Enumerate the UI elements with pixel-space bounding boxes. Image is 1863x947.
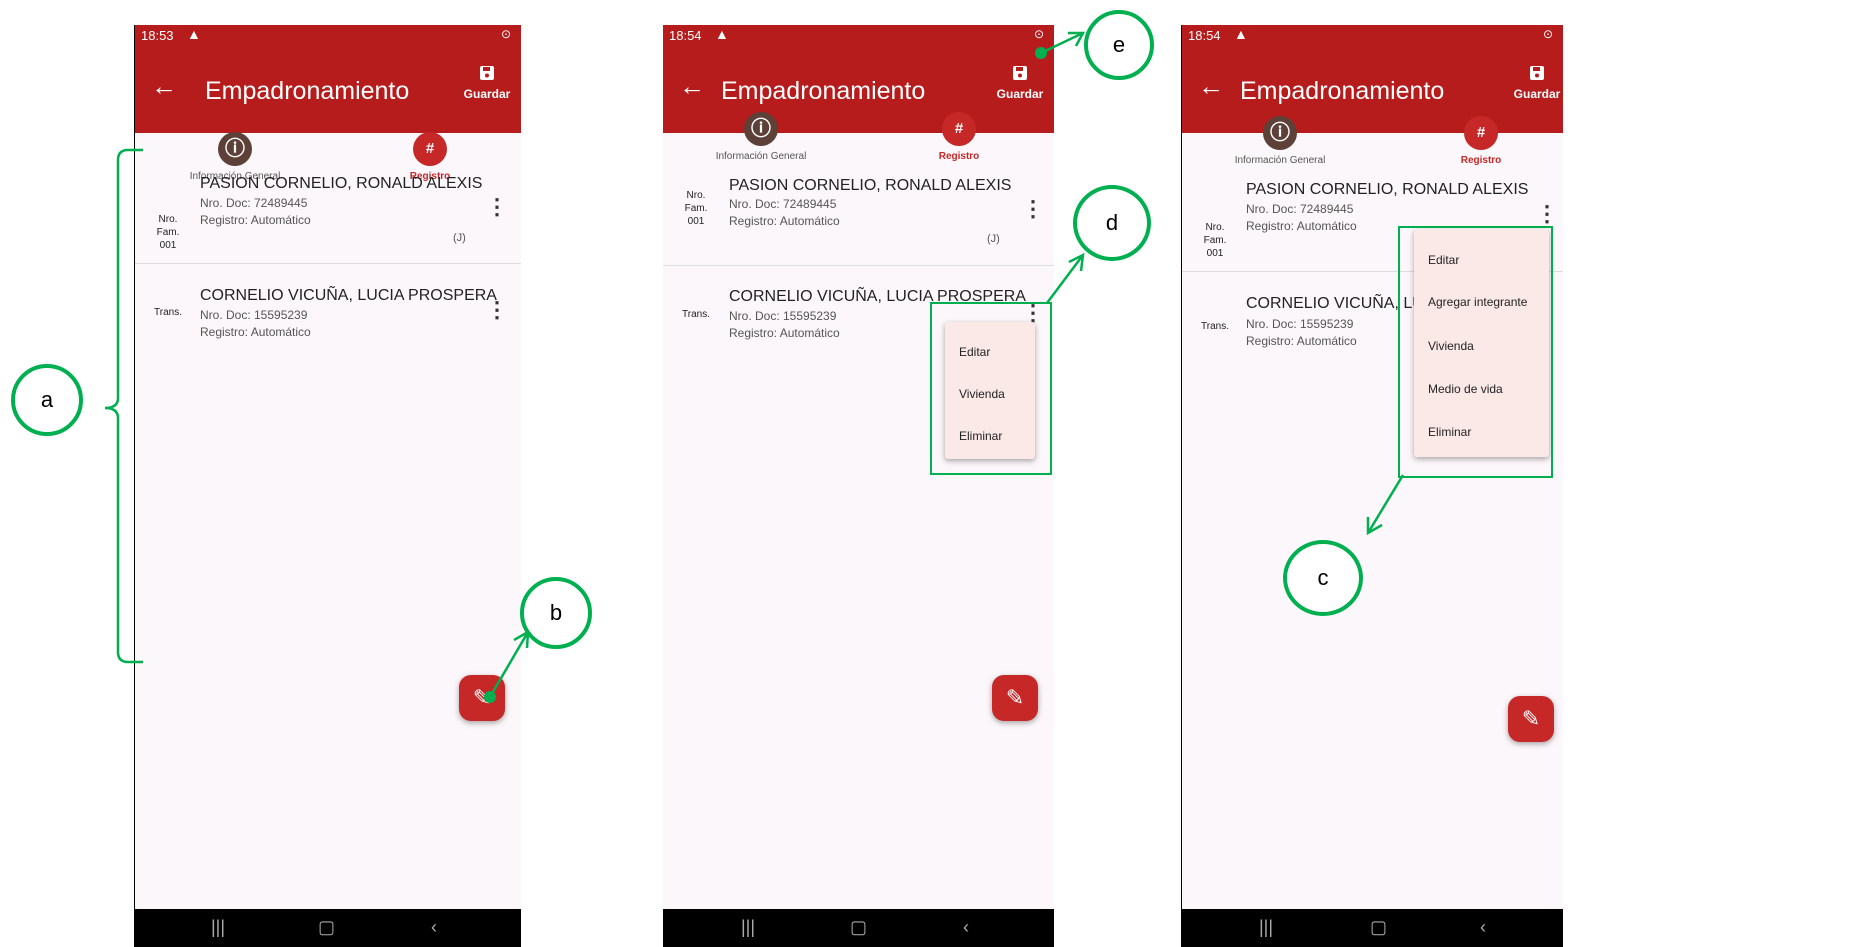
highlight-box-d: [930, 302, 1052, 475]
annotation-label-c: c: [1283, 540, 1363, 616]
bracket-line: [104, 148, 143, 664]
arrow-dot: [484, 691, 496, 703]
arrow-line: [1046, 254, 1084, 304]
annotation-label-d: d: [1073, 185, 1151, 261]
arrow-dot: [1035, 47, 1047, 59]
annotation-label-e: e: [1084, 10, 1154, 80]
annotation-label-b: b: [520, 577, 592, 649]
arrow-line: [1366, 474, 1405, 534]
annotation-label-a: a: [11, 364, 83, 436]
highlight-box-c: [1398, 226, 1553, 478]
arrow-line: [488, 631, 530, 698]
